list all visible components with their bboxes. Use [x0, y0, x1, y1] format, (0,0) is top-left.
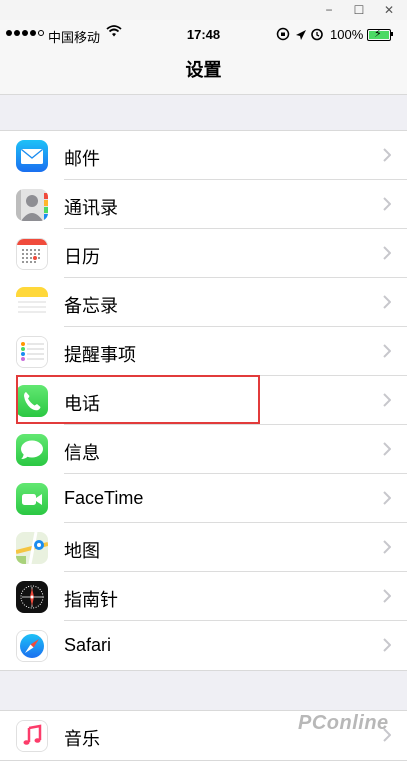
- settings-row-label: 信息: [64, 443, 100, 463]
- settings-row-calendar[interactable]: 日历: [0, 229, 407, 278]
- settings-row-label: 邮件: [64, 149, 100, 169]
- settings-row-label: 音乐: [64, 729, 100, 749]
- settings-row-maps[interactable]: 地图: [0, 523, 407, 572]
- status-icons: [276, 26, 326, 45]
- watermark-logo: PConline: [298, 712, 389, 734]
- navigation-bar: 设置: [0, 48, 407, 95]
- battery-percentage: 100%: [330, 27, 364, 42]
- alarm-icon: [311, 28, 323, 41]
- chevron-right-icon: [383, 442, 392, 461]
- settings-row-notes[interactable]: 备忘录: [0, 278, 407, 327]
- battery-tip: [391, 32, 393, 36]
- chevron-right-icon: [383, 540, 392, 559]
- maps-icon: [16, 532, 48, 564]
- chevron-right-icon: [383, 638, 392, 657]
- settings-row-label: 通讯录: [64, 198, 118, 218]
- music-icon: [16, 720, 48, 752]
- settings-row-contacts[interactable]: 通讯录: [0, 180, 407, 229]
- compass-icon: [16, 581, 48, 613]
- chevron-right-icon: [383, 246, 392, 265]
- highlight-box: [16, 375, 260, 424]
- settings-row-label: 备忘录: [64, 296, 118, 316]
- chevron-right-icon: [383, 197, 392, 216]
- settings-row-label: 指南针: [64, 590, 118, 610]
- settings-row-compass[interactable]: 指南针: [0, 572, 407, 621]
- settings-row-safari[interactable]: Safari: [0, 621, 407, 670]
- chevron-right-icon: [383, 589, 392, 608]
- rotation-lock-icon: [276, 27, 290, 41]
- notes-icon: [16, 287, 48, 319]
- reminders-icon: [16, 336, 48, 368]
- maximize-button[interactable]: ☐: [344, 0, 374, 20]
- location-icon: [296, 30, 306, 40]
- settings-row-label: 提醒事项: [64, 345, 136, 365]
- close-button[interactable]: ✕: [374, 0, 404, 20]
- messages-icon: [16, 434, 48, 466]
- status-bar: 中国移动 17:48 100% ⚡: [0, 20, 407, 48]
- calendar-icon: [16, 238, 48, 270]
- chevron-right-icon: [383, 295, 392, 314]
- settings-row-messages[interactable]: 信息: [0, 425, 407, 474]
- chevron-right-icon: [383, 393, 392, 412]
- contacts-icon: [16, 189, 48, 221]
- mail-icon: [16, 140, 48, 172]
- minimize-button[interactable]: −: [314, 0, 344, 20]
- settings-row-label: 地图: [64, 541, 100, 561]
- settings-row-label: Safari: [64, 635, 112, 655]
- settings-row-facetime[interactable]: FaceTime: [0, 474, 407, 523]
- safari-icon: [16, 630, 48, 662]
- battery-icon: ⚡: [367, 28, 391, 41]
- settings-row-label: 日历: [64, 247, 100, 267]
- chevron-right-icon: [383, 344, 392, 363]
- settings-row-label: FaceTime: [64, 488, 144, 508]
- settings-row-mail[interactable]: 邮件: [0, 131, 407, 180]
- chevron-right-icon: [383, 491, 392, 510]
- chevron-right-icon: [383, 148, 392, 167]
- facetime-icon: [16, 483, 48, 515]
- page-title: 设置: [185, 60, 222, 80]
- settings-row-reminders[interactable]: 提醒事项: [0, 327, 407, 376]
- window-title-bar: − ☐ ✕: [0, 0, 407, 20]
